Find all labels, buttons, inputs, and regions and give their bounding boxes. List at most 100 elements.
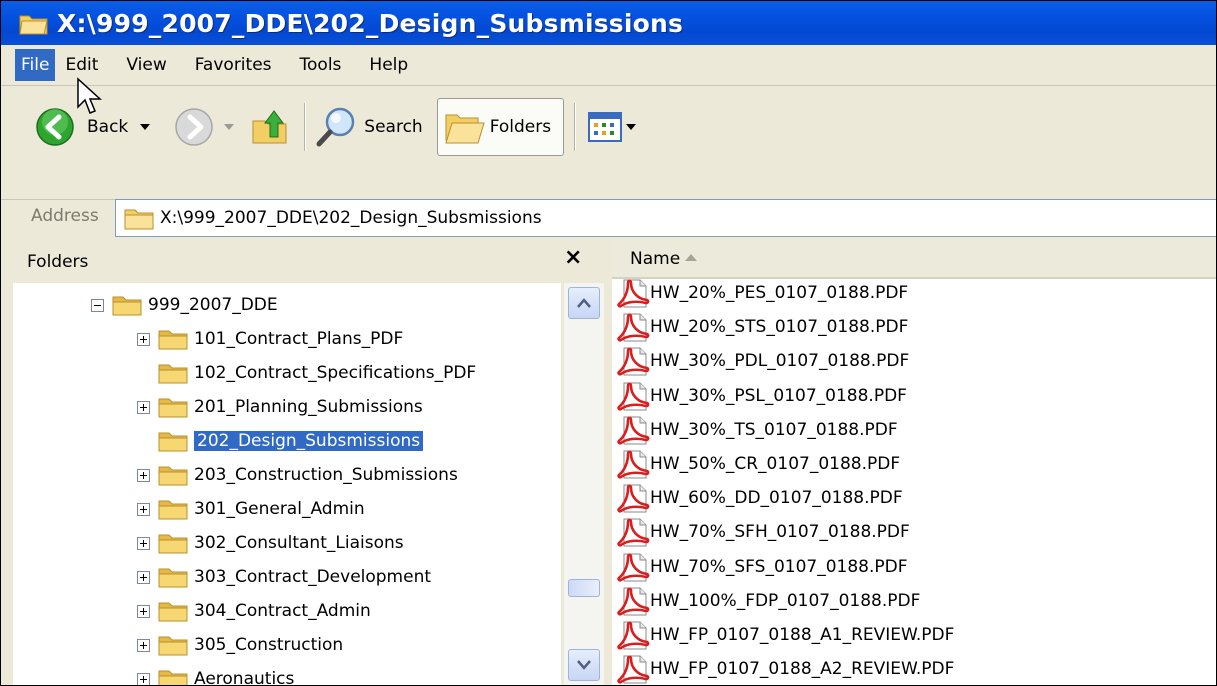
file-item[interactable]: HW_60%_DD_0107_0188.PDF — [616, 481, 903, 515]
file-name: HW_70%_SFS_0107_0188.PDF — [650, 556, 908, 577]
tree-item-label: 303_Contract_Development — [194, 567, 432, 587]
tree-item[interactable]: 102_Contract_Specifications_PDF — [158, 356, 476, 390]
tree-item-label: 203_Construction_Submissions — [194, 465, 458, 485]
folder-icon — [124, 209, 154, 230]
expand-icon[interactable] — [137, 638, 150, 652]
tree-item[interactable]: 303_Contract_Development — [137, 560, 431, 594]
expand-icon[interactable] — [137, 536, 150, 550]
file-list: HW_20%_PES_0107_0188.PDF HW_20%_STS_0107_… — [612, 276, 1216, 685]
address-label: Address — [31, 206, 99, 226]
menu-tools[interactable]: Tools — [286, 51, 356, 79]
folders-icon — [445, 114, 485, 144]
expand-icon[interactable] — [137, 468, 150, 482]
tree-item[interactable]: 301_General_Admin — [137, 492, 365, 526]
pdf-icon — [617, 416, 650, 445]
folder-icon — [158, 670, 188, 685]
file-name: HW_30%_TS_0107_0188.PDF — [650, 419, 898, 440]
forward-dropdown-icon[interactable] — [224, 124, 235, 130]
forward-button[interactable] — [174, 98, 235, 156]
tree-item[interactable]: Aeronautics — [137, 662, 294, 685]
folder-window-icon — [19, 15, 48, 35]
expand-icon[interactable] — [137, 332, 150, 346]
mouse-cursor-icon — [77, 77, 102, 114]
toolbar-separator — [304, 103, 307, 151]
file-item[interactable]: HW_50%_CR_0107_0188.PDF — [616, 447, 900, 481]
file-item[interactable]: HW_30%_TS_0107_0188.PDF — [616, 413, 898, 447]
back-dropdown-icon[interactable] — [140, 124, 151, 130]
tree-item-label: 101_Contract_Plans_PDF — [194, 329, 404, 349]
window-title: X:\999_2007_DDE\202_Design_Subsmissions — [57, 8, 684, 38]
folders-pane-title: Folders — [27, 252, 89, 272]
file-item[interactable]: HW_30%_PDL_0107_0188.PDF — [616, 344, 909, 378]
folder-icon — [158, 500, 188, 520]
tree-item[interactable]: 203_Construction_Submissions — [137, 458, 458, 492]
tree-item[interactable]: 202_Design_Subsmissions — [158, 424, 425, 458]
title-bar[interactable]: X:\999_2007_DDE\202_Design_Subsmissions — [1, 1, 1216, 45]
menu-file[interactable]: File — [15, 49, 56, 81]
file-name: HW_FP_0107_0188_A2_REVIEW.PDF — [650, 659, 955, 680]
expand-icon[interactable] — [137, 502, 150, 516]
menu-help[interactable]: Help — [355, 51, 422, 79]
folders-button[interactable]: Folders — [436, 98, 565, 156]
up-button[interactable] — [250, 98, 290, 156]
tree-item[interactable]: 101_Contract_Plans_PDF — [137, 322, 403, 356]
scroll-down-button[interactable] — [568, 649, 600, 681]
folder-icon — [158, 534, 188, 554]
sort-ascending-icon — [685, 254, 697, 261]
folder-icon — [158, 364, 188, 384]
tree-item[interactable]: 304_Contract_Admin — [137, 594, 371, 628]
column-name-header[interactable]: Name — [630, 249, 680, 269]
menu-edit[interactable]: Edit — [55, 51, 112, 79]
folder-icon — [158, 432, 188, 452]
close-icon[interactable]: × — [564, 245, 582, 270]
file-item[interactable]: HW_70%_SFH_0107_0188.PDF — [616, 515, 910, 549]
file-item[interactable]: HW_FP_0107_0188_A2_REVIEW.PDF — [616, 652, 955, 685]
search-label: Search — [364, 117, 423, 137]
tree-item[interactable]: 999_2007_DDE — [91, 288, 278, 322]
file-item[interactable]: HW_FP_0107_0188_A1_REVIEW.PDF — [616, 618, 954, 652]
folders-pane-header: Folders × — [1, 241, 606, 281]
tree-item-label: 301_General_Admin — [194, 499, 365, 519]
scroll-thumb[interactable] — [568, 579, 600, 597]
pdf-icon — [617, 553, 650, 582]
menu-bar: File Edit View Favorites Tools Help — [1, 45, 1216, 86]
expand-icon[interactable] — [137, 604, 150, 618]
chevron-up-icon — [577, 298, 591, 308]
file-item[interactable]: HW_100%_FDP_0107_0188.PDF — [616, 584, 920, 618]
folder-icon — [158, 602, 188, 622]
pdf-icon — [617, 450, 650, 479]
file-item[interactable]: HW_70%_SFS_0107_0188.PDF — [616, 550, 908, 584]
file-item[interactable]: HW_30%_PSL_0107_0188.PDF — [616, 379, 907, 413]
address-value: X:\999_2007_DDE\202_Design_Subsmissions — [160, 208, 542, 228]
tree-item-label: 304_Contract_Admin — [194, 601, 371, 621]
folder-icon — [158, 568, 188, 588]
scroll-up-button[interactable] — [568, 287, 600, 319]
tree-item-label: 202_Design_Subsmissions — [192, 430, 425, 452]
address-field[interactable]: X:\999_2007_DDE\202_Design_Subsmissions — [115, 199, 1216, 237]
file-item[interactable]: HW_20%_STS_0107_0188.PDF — [616, 310, 908, 344]
file-name: HW_20%_STS_0107_0188.PDF — [650, 317, 909, 338]
tree-item[interactable]: 302_Consultant_Liaisons — [137, 526, 404, 560]
pdf-icon — [617, 484, 650, 513]
back-arrow-icon — [36, 108, 74, 146]
views-button[interactable] — [588, 98, 637, 156]
list-header: Name — [612, 241, 1216, 279]
views-dropdown-icon[interactable] — [626, 124, 637, 130]
views-icon — [588, 112, 623, 142]
tree-item[interactable]: 201_Planning_Submissions — [137, 390, 423, 424]
folder-icon — [158, 398, 188, 418]
expand-icon[interactable] — [137, 400, 150, 414]
expand-icon[interactable] — [137, 672, 150, 685]
collapse-icon[interactable] — [91, 298, 104, 312]
pdf-icon — [617, 621, 650, 650]
file-item[interactable]: HW_20%_PES_0107_0188.PDF — [616, 276, 908, 310]
pdf-icon — [617, 518, 650, 547]
folder-tree-scrollbar[interactable] — [564, 283, 604, 685]
search-button[interactable]: Search — [314, 98, 423, 156]
menu-view[interactable]: View — [112, 51, 180, 79]
folder-icon — [158, 330, 188, 350]
tree-item[interactable]: 305_Construction — [137, 628, 343, 662]
expand-icon[interactable] — [137, 570, 150, 584]
file-name: HW_50%_CR_0107_0188.PDF — [650, 454, 901, 474]
menu-favorites[interactable]: Favorites — [181, 51, 286, 79]
